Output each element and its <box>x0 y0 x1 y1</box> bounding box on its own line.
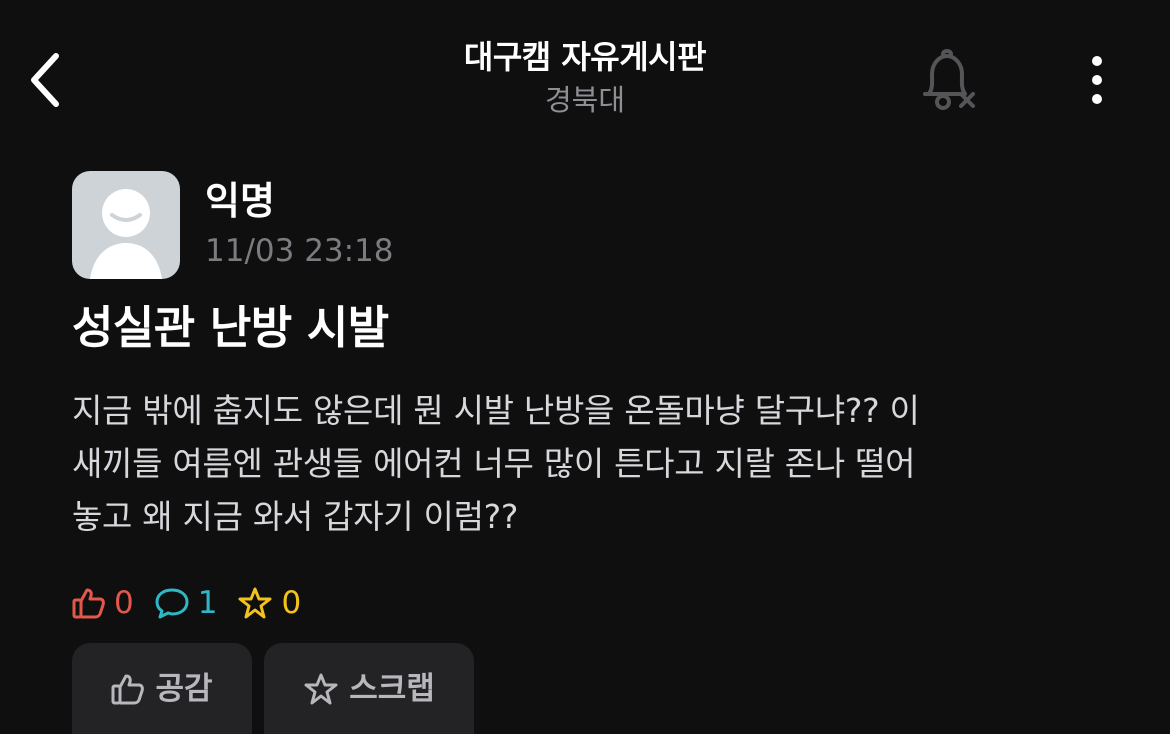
star-icon <box>238 587 272 619</box>
board-title: 대구캠 자유게시판 <box>463 38 707 76</box>
comment-count-stat: 1 <box>154 581 218 625</box>
more-vertical-icon <box>1092 56 1102 104</box>
author-name: 익명 <box>205 179 275 223</box>
star-icon <box>304 673 338 704</box>
app-header: 대구캠 자유게시판 경북대 <box>0 0 1170 150</box>
more-options-button[interactable] <box>1070 48 1124 112</box>
thumbs-up-icon <box>111 674 145 704</box>
scrap-count-stat: 0 <box>237 581 301 625</box>
chevron-left-icon <box>31 53 59 107</box>
post-body-line: 지금 밖에 춥지도 않은데 뭔 시발 난방을 온돌마냥 달구냐?? 이 <box>72 391 920 430</box>
post-body-line: 놓고 왜 지금 와서 갑자기 이럼?? <box>72 497 519 536</box>
post-body: 지금 밖에 춥지도 않은데 뭔 시발 난방을 온돌마냥 달구냐?? 이 새끼들 … <box>72 384 1102 543</box>
notification-toggle-button[interactable] <box>915 46 983 116</box>
thumbs-up-icon <box>72 588 105 619</box>
comment-count: 1 <box>197 585 218 621</box>
comment-bubble-icon <box>155 588 189 619</box>
board-subtitle: 경북대 <box>544 83 626 117</box>
scrap-count: 0 <box>281 585 302 621</box>
author-avatar <box>72 171 180 279</box>
bell-off-icon <box>923 49 975 110</box>
like-button[interactable]: 공감 <box>72 643 252 734</box>
post-body-line: 새끼들 여름엔 관생들 에어컨 너무 많이 튼다고 지랄 존나 떨어 <box>72 444 916 483</box>
post-title: 성실관 난방 시발 <box>72 301 389 354</box>
post-timestamp: 11/03 23:18 <box>205 233 394 269</box>
like-button-label: 공감 <box>155 670 213 707</box>
back-button[interactable] <box>18 44 74 116</box>
scrap-button[interactable]: 스크랩 <box>264 643 474 734</box>
default-avatar-icon <box>90 189 162 279</box>
post-stats: 0 1 0 <box>72 581 321 625</box>
like-count-stat: 0 <box>72 581 134 625</box>
like-count: 0 <box>114 585 134 621</box>
scrap-button-label: 스크랩 <box>349 670 435 707</box>
header-title-group: 대구캠 자유게시판 경북대 <box>285 34 885 120</box>
